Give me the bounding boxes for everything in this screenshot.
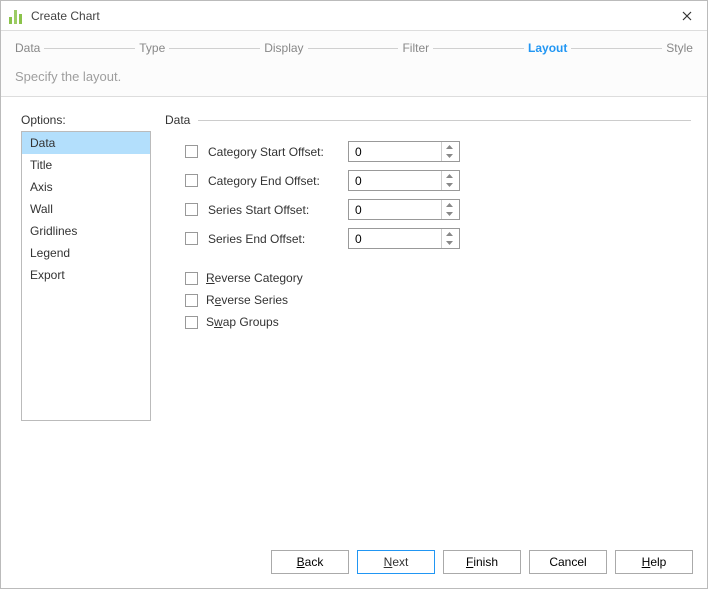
option-legend[interactable]: Legend — [22, 242, 150, 264]
finish-button[interactable]: Finish — [443, 550, 521, 574]
wizard-steps: Data Type Display Filter Layout Style — [15, 39, 693, 57]
spinner-up-icon[interactable] — [442, 229, 457, 239]
check-reverse-category[interactable] — [185, 272, 198, 285]
row-reverse-series: Reverse Series — [165, 293, 691, 307]
group-title: Data — [165, 113, 190, 127]
dialog-title: Create Chart — [31, 9, 675, 23]
input-category-end-offset[interactable] — [349, 171, 441, 190]
row-category-start-offset: Category Start Offset: — [165, 141, 691, 162]
step-connector — [169, 48, 260, 49]
step-style[interactable]: Style — [666, 39, 693, 57]
spinner-category-start-offset — [348, 141, 460, 162]
option-data[interactable]: Data — [22, 132, 150, 154]
step-subtitle: Specify the layout. — [15, 69, 693, 84]
chart-bars-icon — [9, 8, 25, 24]
option-axis[interactable]: Axis — [22, 176, 150, 198]
next-button[interactable]: Next — [357, 550, 435, 574]
spinner-up-icon[interactable] — [442, 200, 457, 210]
content-area: Options: Data Title Axis Wall Gridlines … — [1, 97, 707, 540]
spinner-up-icon[interactable] — [442, 142, 457, 152]
label-category-end-offset: Category End Offset: — [208, 174, 338, 188]
step-connector — [571, 48, 662, 49]
spinner-series-end-offset — [348, 228, 460, 249]
options-listbox[interactable]: Data Title Axis Wall Gridlines Legend Ex… — [21, 131, 151, 421]
wizard-header: Data Type Display Filter Layout Style Sp… — [1, 31, 707, 97]
step-type[interactable]: Type — [139, 39, 165, 57]
row-reverse-category: Reverse Category — [165, 271, 691, 285]
row-category-end-offset: Category End Offset: — [165, 170, 691, 191]
label-category-start-offset: Category Start Offset: — [208, 145, 338, 159]
label-swap-groups: Swap Groups — [206, 315, 279, 329]
spinner-series-start-offset — [348, 199, 460, 220]
spinner-buttons — [441, 229, 457, 248]
spinner-down-icon[interactable] — [442, 181, 457, 191]
group-header: Data — [165, 113, 691, 127]
step-filter[interactable]: Filter — [402, 39, 429, 57]
step-connector — [308, 48, 399, 49]
group-divider — [198, 120, 691, 121]
row-series-end-offset: Series End Offset: — [165, 228, 691, 249]
spinner-down-icon[interactable] — [442, 152, 457, 162]
spinner-buttons — [441, 171, 457, 190]
row-series-start-offset: Series Start Offset: — [165, 199, 691, 220]
details-panel: Data Category Start Offset: Category End… — [165, 113, 691, 530]
step-connector — [44, 48, 135, 49]
create-chart-dialog: Create Chart Data Type Display Filter La… — [0, 0, 708, 589]
label-reverse-series: Reverse Series — [206, 293, 288, 307]
spinner-up-icon[interactable] — [442, 171, 457, 181]
option-gridlines[interactable]: Gridlines — [22, 220, 150, 242]
step-display[interactable]: Display — [264, 39, 303, 57]
titlebar: Create Chart — [1, 1, 707, 31]
check-reverse-series[interactable] — [185, 294, 198, 307]
step-connector — [433, 48, 524, 49]
option-export[interactable]: Export — [22, 264, 150, 286]
spinner-category-end-offset — [348, 170, 460, 191]
input-series-end-offset[interactable] — [349, 229, 441, 248]
back-button[interactable]: Back — [271, 550, 349, 574]
spinner-buttons — [441, 142, 457, 161]
help-button[interactable]: Help — [615, 550, 693, 574]
row-swap-groups: Swap Groups — [165, 315, 691, 329]
spinner-down-icon[interactable] — [442, 239, 457, 249]
check-series-end-offset[interactable] — [185, 232, 198, 245]
label-series-end-offset: Series End Offset: — [208, 232, 338, 246]
label-series-start-offset: Series Start Offset: — [208, 203, 338, 217]
spinner-buttons — [441, 200, 457, 219]
option-wall[interactable]: Wall — [22, 198, 150, 220]
step-data[interactable]: Data — [15, 39, 40, 57]
input-category-start-offset[interactable] — [349, 142, 441, 161]
close-icon[interactable] — [675, 4, 699, 28]
spinner-down-icon[interactable] — [442, 210, 457, 220]
step-layout[interactable]: Layout — [528, 39, 567, 57]
check-category-end-offset[interactable] — [185, 174, 198, 187]
input-series-start-offset[interactable] — [349, 200, 441, 219]
check-series-start-offset[interactable] — [185, 203, 198, 216]
options-label: Options: — [21, 113, 151, 127]
cancel-button[interactable]: Cancel — [529, 550, 607, 574]
reverse-swap-group: Reverse Category Reverse Series Swap Gro… — [165, 271, 691, 329]
check-category-start-offset[interactable] — [185, 145, 198, 158]
options-panel: Options: Data Title Axis Wall Gridlines … — [21, 113, 151, 530]
option-title[interactable]: Title — [22, 154, 150, 176]
check-swap-groups[interactable] — [185, 316, 198, 329]
footer-buttons: Back Next Finish Cancel Help — [1, 540, 707, 588]
label-reverse-category: Reverse Category — [206, 271, 303, 285]
